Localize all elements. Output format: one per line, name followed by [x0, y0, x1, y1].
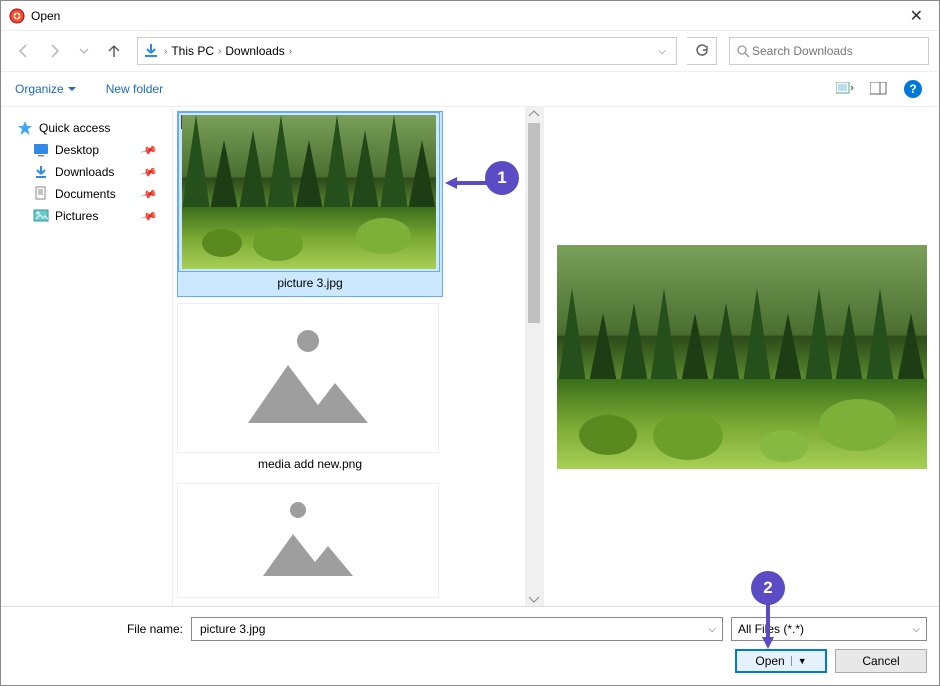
- downloads-arrow-icon: [142, 42, 160, 60]
- desktop-icon: [33, 142, 49, 158]
- open-button-label: Open: [755, 654, 784, 668]
- chevron-right-icon: ›: [289, 46, 292, 57]
- sidebar-pictures[interactable]: Pictures 📌: [9, 205, 164, 227]
- pin-icon: 📌: [140, 185, 158, 203]
- pin-icon: 📌: [140, 163, 158, 181]
- back-button[interactable]: [11, 38, 37, 64]
- sidebar-item-label: Pictures: [55, 209, 98, 223]
- refresh-button[interactable]: [687, 37, 717, 65]
- scroll-up-icon[interactable]: [525, 107, 543, 121]
- sidebar-documents[interactable]: Documents 📌: [9, 183, 164, 205]
- scroll-down-icon[interactable]: [525, 592, 543, 606]
- arrow-right-icon: [46, 43, 62, 59]
- close-icon[interactable]: ✕: [902, 6, 931, 26]
- forest-thumbnail: [182, 115, 436, 269]
- picture-icon: [836, 82, 854, 96]
- image-placeholder-icon: [233, 323, 383, 433]
- new-folder-button[interactable]: New folder: [106, 82, 163, 96]
- preview-pane-button[interactable]: [867, 77, 891, 101]
- pictures-icon: [33, 208, 49, 224]
- refresh-icon: [695, 44, 709, 58]
- image-placeholder-icon: [243, 496, 373, 586]
- file-item[interactable]: [177, 483, 443, 598]
- cancel-button[interactable]: Cancel: [835, 649, 927, 673]
- annotation-badge-2: 2: [751, 571, 785, 605]
- filename-row: File name: ⌵ All Files (*.*) ⌵: [13, 617, 927, 641]
- chevron-down-icon: ⌵: [912, 624, 920, 635]
- sidebar-desktop[interactable]: Desktop 📌: [9, 139, 164, 161]
- panel-icon: [870, 82, 888, 96]
- thumbnail-wrap: ✓: [178, 112, 440, 272]
- view-options-button[interactable]: [833, 77, 857, 101]
- thumbnail-wrap: [177, 483, 439, 598]
- organize-menu[interactable]: Organize: [15, 82, 76, 96]
- chevron-down-icon[interactable]: ⌵: [708, 624, 716, 635]
- scrollbar[interactable]: [525, 107, 543, 606]
- search-input[interactable]: [750, 43, 922, 59]
- search-box[interactable]: [729, 37, 929, 65]
- preview-image: [557, 245, 927, 469]
- annotation-badge-1: 1: [485, 161, 519, 195]
- help-button[interactable]: ?: [901, 77, 925, 101]
- content-area: ✓ picture 3.jpg: [173, 107, 939, 606]
- star-icon: [17, 120, 33, 136]
- pin-icon: 📌: [140, 141, 158, 159]
- file-label: media add new.png: [177, 453, 443, 477]
- sidebar-item-label: Documents: [55, 187, 116, 201]
- arrow-left-icon: [16, 43, 32, 59]
- up-button[interactable]: [101, 38, 127, 64]
- toolbar: Organize New folder ?: [1, 71, 939, 107]
- breadcrumb[interactable]: › This PC › Downloads › ⌵: [137, 37, 677, 65]
- breadcrumb-downloads[interactable]: Downloads: [221, 44, 288, 58]
- titlebar-title: Open: [31, 9, 902, 23]
- button-row: Open ▼ Cancel: [13, 649, 927, 673]
- filename-input[interactable]: [198, 621, 708, 637]
- file-item[interactable]: media add new.png: [177, 303, 443, 477]
- sidebar-item-label: Desktop: [55, 143, 99, 157]
- sidebar-quick-access[interactable]: Quick access: [9, 117, 164, 139]
- search-icon: [736, 44, 750, 58]
- preview-pane: [543, 107, 939, 606]
- breadcrumb-this-pc[interactable]: This PC: [167, 44, 218, 58]
- forward-button[interactable]: [41, 38, 67, 64]
- filename-label: File name:: [13, 622, 183, 636]
- app-icon: [9, 8, 25, 24]
- thumbnail-wrap: [177, 303, 439, 453]
- titlebar: Open ✕: [1, 1, 939, 31]
- file-item-selected[interactable]: ✓ picture 3.jpg: [177, 111, 443, 297]
- sidebar-item-label: Quick access: [39, 121, 110, 135]
- breadcrumb-expand[interactable]: ⌵: [652, 46, 672, 57]
- chevron-down-icon: [79, 46, 89, 56]
- pin-icon: 📌: [140, 207, 158, 225]
- annotation-arrow-1: [445, 175, 489, 191]
- sidebar-downloads[interactable]: Downloads 📌: [9, 161, 164, 183]
- footer: File name: ⌵ All Files (*.*) ⌵ Open ▼ Ca…: [1, 606, 939, 685]
- nav-bar: › This PC › Downloads › ⌵: [1, 31, 939, 71]
- scroll-thumb[interactable]: [528, 123, 540, 323]
- arrow-up-icon: [106, 43, 122, 59]
- filename-input-wrap[interactable]: ⌵: [191, 617, 723, 641]
- sidebar-item-label: Downloads: [55, 165, 114, 179]
- file-label: picture 3.jpg: [178, 272, 442, 296]
- open-dialog: Open ✕ › This PC › Downloads › ⌵: [0, 0, 940, 686]
- documents-icon: [33, 186, 49, 202]
- sidebar: Quick access Desktop 📌 Downloads 📌 Docum…: [1, 107, 173, 606]
- annotation-arrow-2: [760, 601, 776, 649]
- help-icon: ?: [904, 80, 922, 98]
- open-button[interactable]: Open ▼: [735, 649, 827, 673]
- downloads-icon: [33, 164, 49, 180]
- recent-dropdown[interactable]: [71, 38, 97, 64]
